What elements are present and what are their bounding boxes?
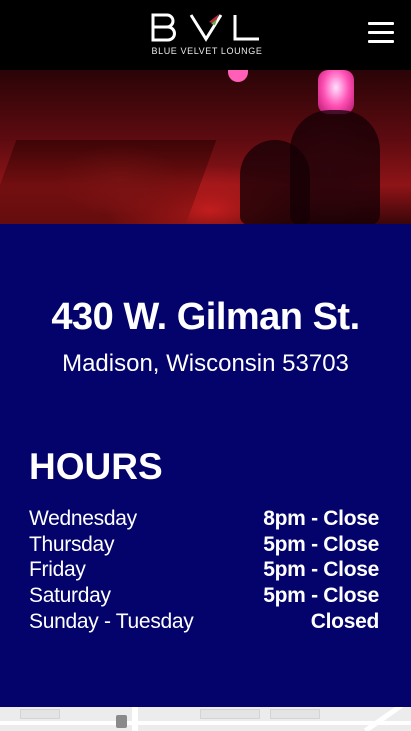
hours-title: HOURS bbox=[29, 446, 163, 487]
hours-day: Wednesday bbox=[29, 507, 137, 530]
hours-day: Friday bbox=[29, 558, 86, 582]
site-header: BLUE VELVET LOUNGE bbox=[0, 0, 411, 70]
bvl-logo-icon bbox=[151, 13, 259, 42]
hours-day: Saturday bbox=[29, 584, 111, 608]
hours-time: 5pm - Close bbox=[263, 558, 379, 582]
hours-row: Friday 5pm - Close bbox=[29, 557, 379, 583]
hours-time: 8pm - Close bbox=[263, 507, 379, 530]
hours-time: Closed bbox=[310, 609, 380, 633]
hours-row: Thursday 5pm - Close bbox=[29, 532, 379, 558]
lamp-light bbox=[318, 70, 354, 114]
hours-list: Wednesday 8pm - Close Thursday 5pm - Clo… bbox=[29, 506, 379, 634]
street-address: 430 W. Gilman St. bbox=[51, 296, 360, 338]
hours-row: Saturday 5pm - Close bbox=[29, 583, 379, 609]
logo-subtitle: BLUE VELVET LOUNGE bbox=[151, 46, 263, 56]
city-state-zip: Madison, Wisconsin 53703 bbox=[62, 350, 349, 377]
location-map[interactable] bbox=[0, 707, 411, 731]
location-hours-section: 430 W. Gilman St. Madison, Wisconsin 537… bbox=[0, 224, 411, 707]
hours-time: 5pm - Close bbox=[263, 532, 379, 556]
hours-day: Sunday - Tuesday bbox=[29, 609, 194, 633]
hours-row: Sunday - Tuesday Closed bbox=[29, 609, 379, 635]
hero-image bbox=[0, 70, 411, 224]
hours-row: Wednesday 8pm - Close bbox=[29, 506, 379, 532]
lamp-light bbox=[228, 70, 248, 82]
hours-day: Thursday bbox=[29, 532, 115, 556]
hamburger-menu-icon[interactable] bbox=[368, 22, 394, 48]
logo-link[interactable]: BLUE VELVET LOUNGE bbox=[146, 12, 268, 58]
hours-time: 5pm - Close bbox=[263, 584, 379, 608]
map-marker-icon bbox=[116, 715, 127, 728]
